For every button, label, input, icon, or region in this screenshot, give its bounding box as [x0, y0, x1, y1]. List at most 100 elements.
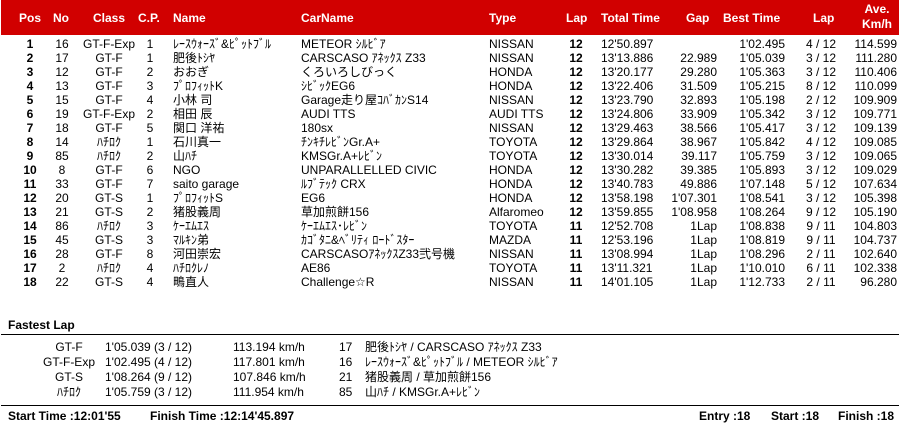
car-number: 16 [55, 37, 69, 51]
best-time: 1'05.039 [739, 51, 785, 65]
car-type: TOYOTA [489, 219, 538, 233]
class: ﾊﾁﾛｸ [96, 149, 121, 163]
total-time: 13'13.886 [601, 51, 654, 65]
car-name: UNPARALLELLED CIVIC [301, 163, 437, 177]
fastest-time: 1'02.495 (4 / 12) [105, 355, 193, 369]
laps: 11 [569, 247, 583, 261]
total-time: 13'22.406 [601, 79, 654, 93]
car-name: ｹｰｴﾑｴｽ･ﾚﾋﾞﾝ [301, 219, 368, 233]
col-class: Class [93, 11, 126, 25]
result-row: 17 2 ﾊﾁﾛｸ 4 ﾊﾁﾛｸﾚﾉ AE86 TOYOTA 11 13'11.321 1Lap 1… [1, 261, 899, 275]
car-type: NISSAN [489, 93, 534, 107]
car-number: 85 [55, 149, 69, 163]
class-position: 2 [146, 65, 154, 79]
laps: 12 [569, 149, 583, 163]
car-type: HONDA [489, 79, 533, 93]
driver-name: 猪股義周 [173, 205, 222, 219]
average-speed: 105.190 [853, 205, 897, 219]
total-time: 13'59.855 [601, 205, 654, 219]
average-speed: 109.909 [853, 93, 897, 107]
best-time: 1'05.842 [739, 135, 785, 149]
car-name: ｶｺﾞﾀﾆ&ﾍﾞﾘﾃｨ ﾛｰﾄﾞｽﾀｰ [301, 233, 415, 247]
best-lap: 3 / 12 [805, 51, 837, 65]
car-number: 12 [55, 65, 69, 79]
gap: 49.886 [680, 177, 717, 191]
car-type: NISSAN [489, 121, 534, 135]
result-row: 13 21 GT-S 2 猪股義周 草加煎餅156 Alfaromeo 12 13'59.855… [1, 205, 899, 219]
driver-name: 関口 洋祐 [173, 121, 225, 135]
gap: 39.117 [681, 149, 717, 163]
total-time: 13'29.463 [601, 121, 654, 135]
class-position: 4 [146, 275, 154, 289]
class: GT-S [94, 233, 123, 247]
laps: 12 [569, 135, 583, 149]
fastest-class: GT-F-Exp [42, 355, 95, 369]
class: GT-F-Exp [82, 107, 135, 121]
total-time: 13'30.282 [601, 163, 654, 177]
pos: 2 [26, 51, 34, 65]
class: GT-F [95, 51, 123, 65]
class: ﾊﾁﾛｸ [96, 135, 121, 149]
fastest-class: GT-S [54, 370, 83, 384]
car-name: Garage走り屋ｺﾊﾞｶﾝS14 [301, 93, 429, 107]
col-cp: C.P. [138, 11, 160, 25]
best-time: 1'08.819 [739, 233, 785, 247]
result-row: 14 86 ﾊﾁﾛｸ 3 ｹｰｴﾑｴｽ ｹｰｴﾑｴｽ･ﾚﾋﾞﾝ TOYOTA 11 12'52.… [1, 219, 899, 233]
driver-name: ｹｰｴﾑｴｽ [173, 219, 210, 233]
laps: 11 [569, 219, 583, 233]
car-type: TOYOTA [489, 149, 538, 163]
class-position: 2 [146, 149, 154, 163]
class-position: 6 [146, 163, 154, 177]
fastest-lap-row: GT-F-Exp 1'02.495 (4 / 12) 117.801 km/h 16 ﾚ… [1, 355, 899, 370]
average-speed: 111.280 [855, 51, 897, 65]
col-best-time: Best Time [723, 11, 781, 25]
class-position: 8 [146, 247, 154, 261]
start-count: Start :18 [771, 409, 820, 423]
gap: 32.893 [680, 93, 717, 107]
fastest-lap-row: GT-F 1'05.039 (3 / 12) 113.194 km/h 17 肥後ﾄｼﾔ… [1, 340, 899, 355]
class-position: 3 [146, 219, 154, 233]
result-row: 11 33 GT-F 7 saito garage ﾙﾌﾞﾃｯｸ CRX HONDA 12 13… [1, 177, 899, 191]
fastest-time: 1'05.759 (3 / 12) [105, 385, 193, 399]
pos: 13 [23, 205, 37, 219]
gap: 22.989 [680, 51, 717, 65]
car-name: AE86 [301, 261, 331, 275]
car-number: 22 [55, 275, 69, 289]
best-time: 1'02.495 [739, 37, 785, 51]
best-time: 1'12.733 [739, 275, 785, 289]
fastest-speed: 107.846 km/h [233, 370, 306, 384]
best-time: 1'05.198 [739, 93, 785, 107]
best-time: 1'05.417 [739, 121, 785, 135]
car-name: CARSCASOｱﾈｯｸｽZ33弐号機 [301, 247, 456, 261]
laps: 12 [569, 51, 583, 65]
col-total-time: Total Time [601, 11, 660, 25]
car-number: 86 [55, 219, 69, 233]
class-position: 4 [146, 261, 154, 275]
car-number: 17 [55, 51, 69, 65]
pos: 18 [23, 275, 37, 289]
best-lap: 4 / 12 [805, 135, 837, 149]
col-car-name: CarName [301, 11, 354, 25]
fastest-lap-title: Fastest Lap [8, 318, 75, 332]
average-speed: 104.737 [853, 233, 897, 247]
average-speed: 109.029 [853, 163, 897, 177]
fastest-car-number: 85 [339, 385, 353, 399]
fastest-time: 1'05.039 (3 / 12) [105, 340, 193, 354]
best-time: 1'05.342 [739, 107, 785, 121]
total-time: 12'53.196 [601, 233, 654, 247]
result-row: 6 19 GT-F-Exp 2 相田 辰 AUDI TTS AUDI TTS 12 13'24.… [1, 107, 899, 121]
car-type: HONDA [489, 177, 533, 191]
gap: 1'07.301 [671, 191, 717, 205]
fastest-driver-car: 肥後ﾄｼﾔ / CARSCASO ｱﾈｯｸｽ Z33 [365, 340, 542, 354]
pos: 9 [26, 149, 34, 163]
car-number: 21 [55, 205, 69, 219]
average-speed: 110.099 [854, 79, 898, 93]
gap: 1'08.958 [671, 205, 717, 219]
total-time: 13'29.864 [601, 135, 654, 149]
best-time: 1'08.541 [739, 191, 785, 205]
best-lap: 3 / 12 [805, 149, 837, 163]
car-type: TOYOTA [489, 261, 538, 275]
result-row: 1 16 GT-F-Exp 1 ﾚｰｽｳｫｰｽﾞ&ﾋﾟｯﾄﾌﾞﾙ METEOR ｼﾙﾋﾞｱ… [1, 37, 899, 51]
result-row: 10 8 GT-F 6 NGO UNPARALLELLED CIVIC HONDA 12 13'… [1, 163, 899, 177]
car-name: Challenge☆R [301, 275, 375, 289]
